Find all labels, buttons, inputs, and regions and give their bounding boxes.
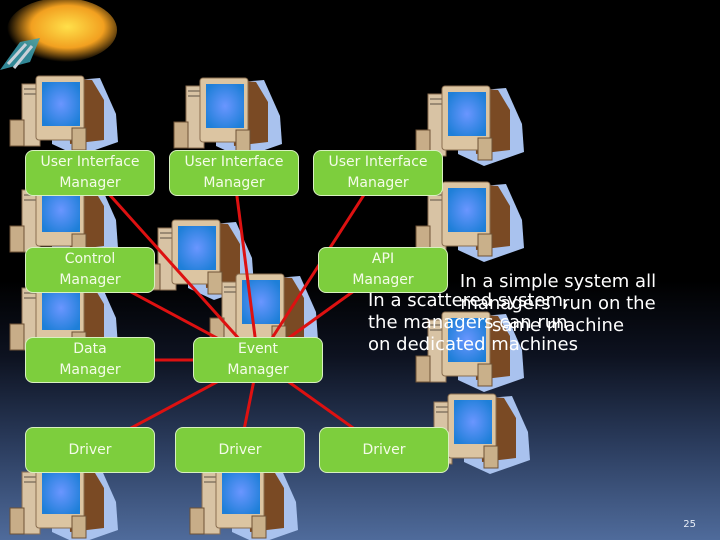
node-label: Event <box>237 341 279 357</box>
node-label: Manager <box>227 362 289 378</box>
node-label: Driver <box>68 441 112 458</box>
node-driver3: Driver <box>319 427 449 473</box>
diagram-stage: User Interface Manager User Interface Manag… <box>0 0 720 540</box>
node-label: User Interface <box>40 154 140 170</box>
node-label: Data <box>73 341 107 357</box>
node-label: Manager <box>59 362 121 378</box>
node-ui3: User Interface Manager <box>313 150 443 196</box>
node-label: User Interface <box>184 154 284 170</box>
scattered-system-note: In a scattered system, the managers can … <box>368 290 579 355</box>
node-ui1: User Interface Manager <box>25 150 155 196</box>
node-ui2: User Interface Manager <box>169 150 299 196</box>
node-label: Manager <box>59 175 121 191</box>
node-label: Manager <box>347 175 409 191</box>
node-control: Control Manager <box>25 247 155 293</box>
node-label: Manager <box>203 175 265 191</box>
node-label: API <box>371 251 395 267</box>
edge-ui2-event <box>232 172 260 361</box>
node-label: Driver <box>362 441 406 458</box>
node-driver1: Driver <box>25 427 155 473</box>
node-label: Manager <box>59 272 121 288</box>
node-data: Data Manager <box>25 337 155 383</box>
node-driver2: Driver <box>175 427 305 473</box>
node-label: Control <box>64 251 116 267</box>
node-label: Driver <box>218 441 262 458</box>
slide-number: 25 <box>683 519 696 530</box>
node-label: Manager <box>352 272 414 288</box>
node-event: Event Manager <box>193 337 323 383</box>
node-label: User Interface <box>328 154 428 170</box>
